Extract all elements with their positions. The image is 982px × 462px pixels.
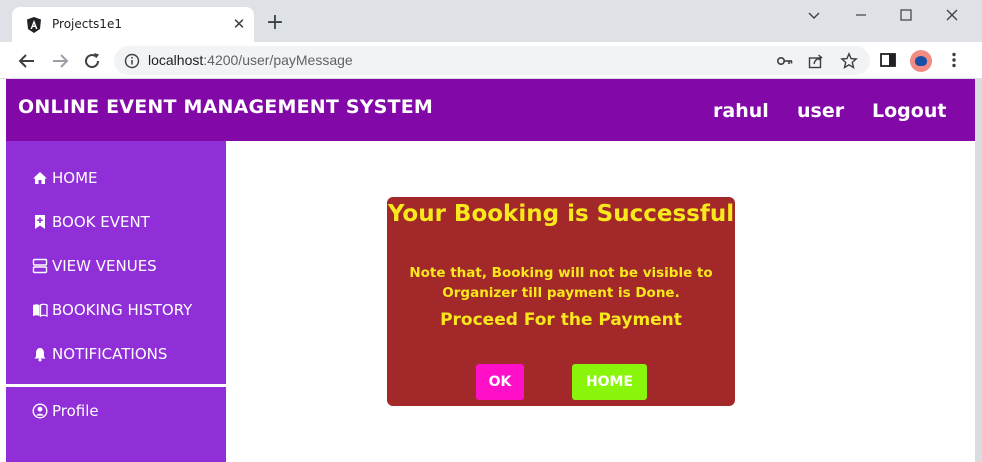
app-header: ONLINE EVENT MANAGEMENT SYSTEM rahul use… <box>6 79 975 141</box>
url-host: localhost <box>148 52 204 68</box>
more-menu-icon[interactable] <box>944 50 964 70</box>
bookmark-plus-icon <box>35 215 45 229</box>
sidebar-item-view-venues[interactable]: VIEW VENUES <box>32 254 157 278</box>
share-icon[interactable] <box>807 52 825 70</box>
sidebar-item-home[interactable]: HOME <box>32 166 98 190</box>
sidebar-item-label: VIEW VENUES <box>52 257 157 275</box>
booking-success-dialog: Your Booking is Successful Note that, Bo… <box>387 197 735 406</box>
app-title: ONLINE EVENT MANAGEMENT SYSTEM <box>18 96 433 118</box>
bell-icon <box>34 348 46 362</box>
sidebar-item-booking-history[interactable]: BOOKING HISTORY <box>32 298 192 322</box>
sidebar-item-notifications[interactable]: NOTIFICATIONS <box>32 342 167 366</box>
tab-search-icon[interactable] <box>800 4 828 26</box>
star-icon[interactable] <box>840 52 858 70</box>
dialog-title: Your Booking is Successful <box>387 201 735 227</box>
url-path: :4200/user/payMessage <box>203 52 353 68</box>
back-icon[interactable] <box>15 49 39 73</box>
browser-tabstrip: Projects1e1 ✕ + <box>0 0 982 42</box>
dialog-note-line: Note that, Booking will not be visible t… <box>409 265 713 281</box>
tab-close-icon[interactable]: ✕ <box>230 15 248 33</box>
header-username[interactable]: rahul <box>713 100 769 122</box>
home-icon <box>33 172 47 184</box>
home-button[interactable]: HOME <box>572 364 647 400</box>
angular-icon <box>27 17 41 33</box>
side-panel-icon[interactable] <box>878 50 898 70</box>
reload-icon[interactable] <box>80 49 104 73</box>
new-tab-icon[interactable]: + <box>263 11 287 35</box>
profile-avatar[interactable] <box>910 50 932 72</box>
browser-toolbar: localhost:4200/user/payMessage <box>0 42 982 79</box>
key-icon[interactable] <box>776 52 794 70</box>
sidebar: HOME BOOK EVENT VIEW VENUES BOOKING HIST… <box>6 141 226 462</box>
logout-link[interactable]: Logout <box>872 100 946 122</box>
sidebar-item-book-event[interactable]: BOOK EVENT <box>32 210 150 234</box>
maximize-icon[interactable] <box>892 4 920 26</box>
header-role[interactable]: user <box>797 100 844 122</box>
dialog-note: Note that, Booking will not be visible t… <box>387 263 735 303</box>
ok-button[interactable]: OK <box>476 364 524 400</box>
dialog-proceed-text: Proceed For the Payment <box>440 310 682 330</box>
sidebar-item-label: NOTIFICATIONS <box>52 345 168 363</box>
close-window-icon[interactable] <box>938 4 966 26</box>
minimize-icon[interactable] <box>847 4 875 26</box>
book-icon <box>33 303 48 318</box>
info-icon[interactable] <box>124 53 140 69</box>
sidebar-item-label: BOOKING HISTORY <box>52 301 193 319</box>
browser-tab[interactable]: Projects1e1 ✕ <box>12 7 254 42</box>
list-icon <box>32 258 48 274</box>
user-circle-icon <box>32 403 48 419</box>
url-text[interactable]: localhost:4200/user/payMessage <box>148 52 353 68</box>
sidebar-item-label: Profile <box>52 402 99 420</box>
tab-title: Projects1e1 <box>52 17 122 31</box>
forward-icon[interactable] <box>48 49 72 73</box>
window-edge <box>975 79 982 462</box>
dialog-note-line: Organizer till payment is Done. <box>442 285 680 301</box>
sidebar-item-label: HOME <box>52 169 98 187</box>
sidebar-item-profile[interactable]: Profile <box>32 399 99 423</box>
sidebar-item-label: BOOK EVENT <box>52 213 150 231</box>
sidebar-divider <box>6 384 226 387</box>
address-bar[interactable]: localhost:4200/user/payMessage <box>114 46 870 75</box>
